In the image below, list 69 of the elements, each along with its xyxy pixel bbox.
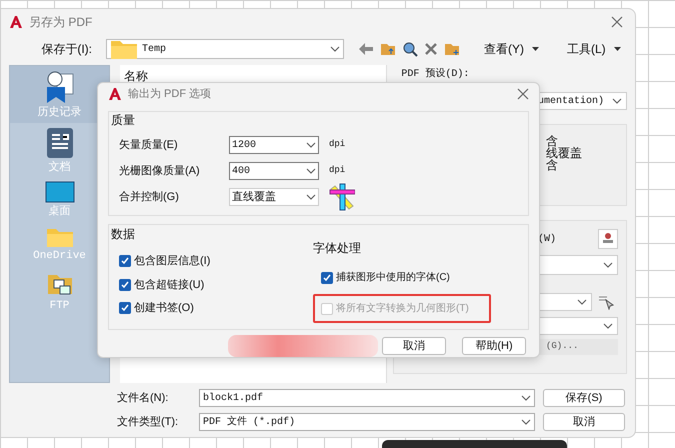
checkbox-label[interactable]: 包含超链接(U) <box>134 276 204 293</box>
unit-label: dpi <box>329 138 346 152</box>
chevron-icon <box>603 323 613 329</box>
chevron-icon <box>603 262 613 268</box>
dropdown[interactable]: 直线覆盖 <box>229 188 319 206</box>
checkbox[interactable] <box>119 302 131 314</box>
caret-icon <box>532 47 539 51</box>
group-title: 质量 <box>111 112 136 129</box>
dropdown[interactable]: 400 <box>229 162 319 180</box>
close-icon[interactable] <box>611 16 623 28</box>
field-label: 文件名(N): <box>117 390 170 406</box>
folder-icon <box>110 38 138 60</box>
history-icon <box>44 70 74 104</box>
cursor-icon[interactable] <box>598 294 614 310</box>
location-dropdown[interactable]: Temp <box>106 39 344 59</box>
monitor-icon <box>44 181 74 203</box>
input-field[interactable]: PDF 文件 (*.pdf) <box>199 413 535 431</box>
stamp-button[interactable] <box>598 229 618 249</box>
folder-up-icon[interactable] <box>380 42 396 56</box>
group-title: 字体处理 <box>313 240 362 257</box>
close-icon[interactable] <box>517 88 529 100</box>
chevron-icon <box>306 142 316 148</box>
field-label: 合并控制(G) <box>119 190 180 205</box>
summary-text: 含 <box>546 135 558 147</box>
new-folder-icon[interactable] <box>444 42 460 56</box>
search-web-icon[interactable] <box>402 41 418 57</box>
section-label: (W) <box>538 232 556 246</box>
chevron-icon <box>306 194 316 200</box>
delete-icon[interactable] <box>424 42 438 56</box>
group-title: 数据 <box>111 226 136 243</box>
dialog-button[interactable]: 取消 <box>543 413 625 431</box>
back-arrow-icon[interactable] <box>358 42 374 56</box>
field-label: 文件类型(T): <box>117 414 180 430</box>
dialog-title: 输出为 PDF 选项 <box>128 86 212 102</box>
dialog-button[interactable]: 取消 <box>382 337 446 355</box>
checkbox[interactable] <box>119 278 131 291</box>
summary-text: 含 <box>546 159 558 171</box>
logo-icon <box>9 15 23 29</box>
chevron-icon <box>612 98 622 104</box>
menu-button[interactable]: 工具(L) <box>567 40 621 58</box>
checkbox-label[interactable]: 创建书签(O) <box>134 300 194 316</box>
chevron-icon <box>330 46 340 52</box>
caret-icon <box>614 47 621 51</box>
chevron-icon <box>306 168 316 174</box>
input-field[interactable]: block1.pdf <box>199 389 535 407</box>
line-overlap-icon <box>329 183 355 211</box>
checkbox-label[interactable]: 包含图层信息(I) <box>134 253 210 270</box>
document-icon <box>44 126 74 158</box>
menu-button[interactable]: 查看(Y) <box>484 40 539 58</box>
dialog-button[interactable]: 保存(S) <box>543 389 625 407</box>
settings-button[interactable]: (G)... <box>538 339 618 355</box>
dialog-button[interactable]: 帮助(H) <box>462 337 526 355</box>
chevron-icon <box>521 395 531 401</box>
checkbox[interactable] <box>119 255 131 268</box>
field-label: PDF 预设(D): <box>400 69 470 80</box>
chevron-icon <box>577 299 587 305</box>
logo-icon <box>108 87 122 101</box>
field-label: 光栅图像质量(A) <box>119 164 201 179</box>
field-label: 矢量质量(E) <box>119 138 179 153</box>
stamp-icon <box>601 232 615 246</box>
checkbox-label[interactable]: 捕获图形中使用的字体(C) <box>336 270 450 285</box>
checkbox[interactable] <box>321 272 333 284</box>
field-label: 保存于(I): <box>40 41 93 58</box>
dropdown[interactable]: 1200 <box>229 136 319 154</box>
summary-text: 线覆盖 <box>546 147 583 159</box>
window-title: 另存为 PDF <box>29 14 92 31</box>
column-header[interactable]: 名称 <box>120 65 386 85</box>
unit-label: dpi <box>329 164 346 178</box>
chevron-icon <box>521 419 531 425</box>
